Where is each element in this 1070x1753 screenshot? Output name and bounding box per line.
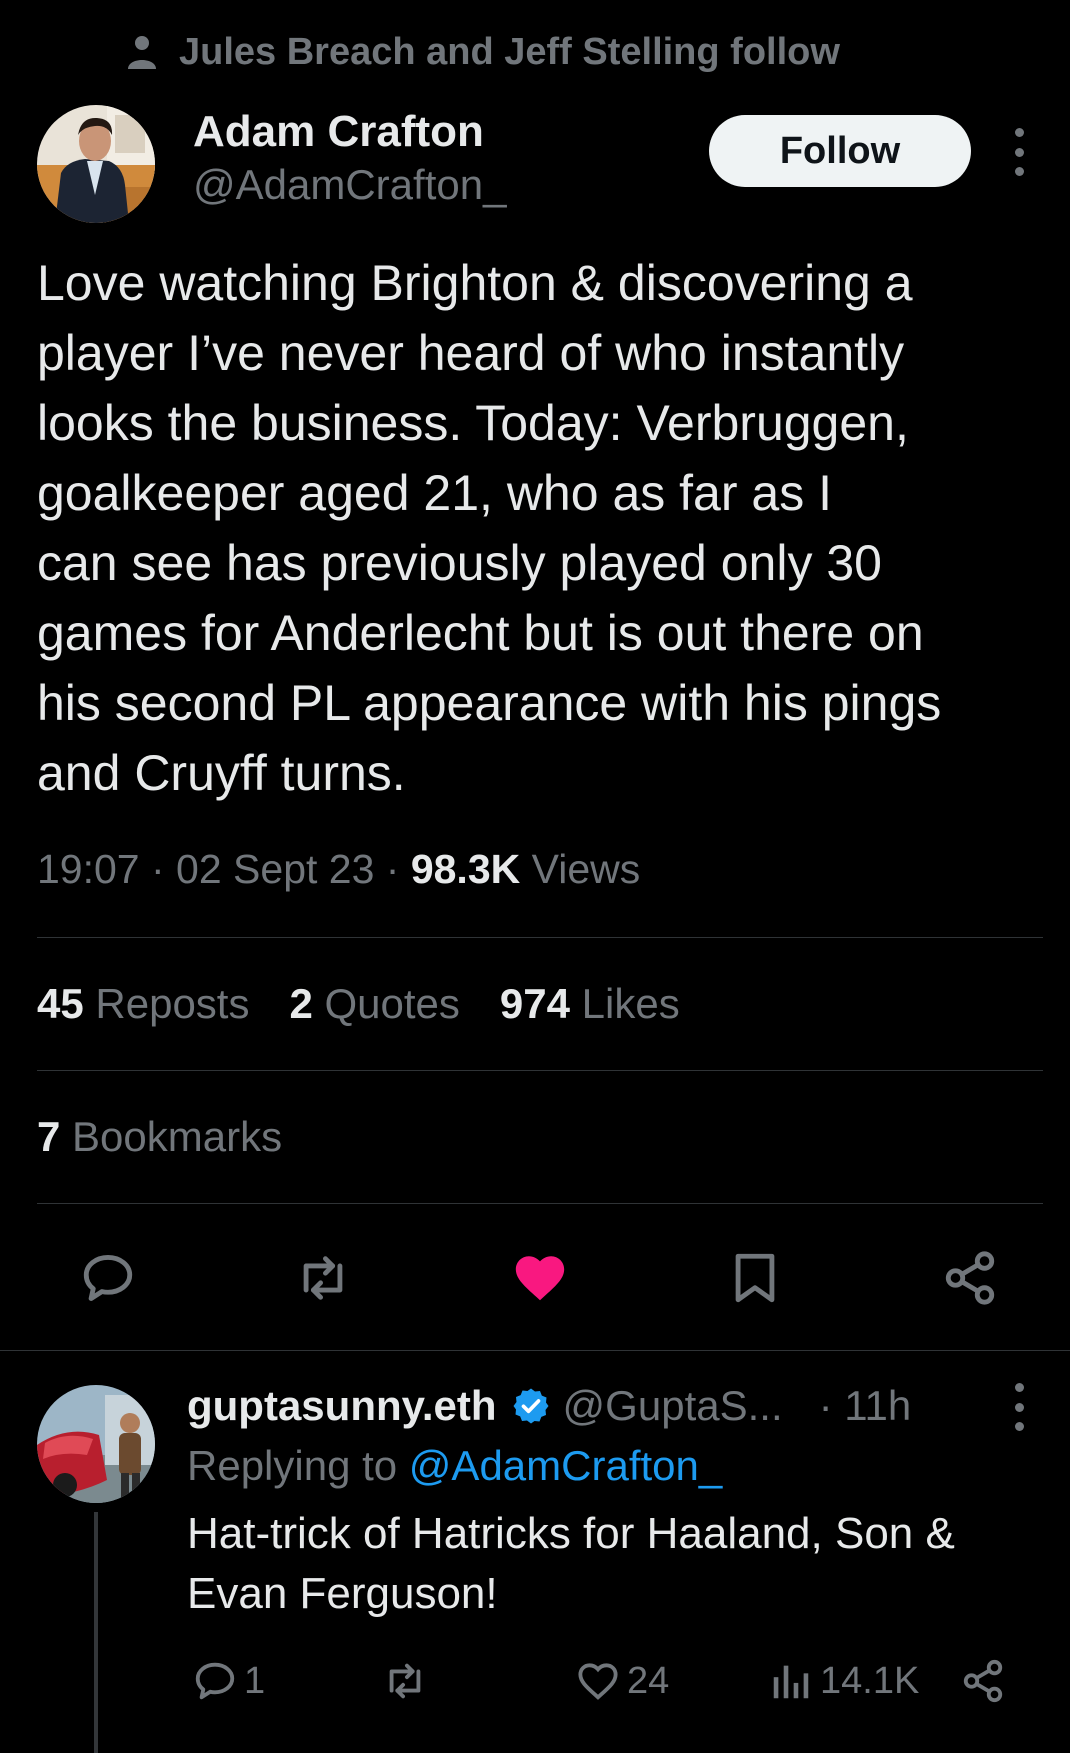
repost-button[interactable] <box>293 1250 353 1306</box>
repost-icon <box>389 1663 421 1699</box>
bookmark-button[interactable] <box>725 1250 785 1306</box>
reply-time[interactable]: · 11h <box>819 1382 912 1430</box>
reposts-stat[interactable]: 45 Reposts <box>37 980 249 1028</box>
person-icon <box>128 36 156 69</box>
like-icon <box>515 1256 565 1301</box>
tweet-line: games for Anderlecht but is out there on <box>37 605 924 661</box>
reply-icon <box>83 1255 133 1301</box>
reply-avatar[interactable] <box>37 1385 155 1503</box>
quotes-label: Quotes <box>324 980 460 1027</box>
tweet-line: and Cruyff turns. <box>37 745 406 801</box>
share-button[interactable] <box>940 1250 1000 1306</box>
reply-text: Hat-trick of Hatricks for Haaland, Son &… <box>187 1504 955 1624</box>
reposts-label: Reposts <box>95 980 250 1027</box>
reply-header: guptasunny.eth @GuptaS... · 11h <box>187 1378 911 1434</box>
reply-share-button[interactable] <box>960 1655 1006 1707</box>
avatar-image <box>37 105 155 223</box>
repost-icon <box>303 1256 343 1300</box>
reply-views-count: 14.1K <box>820 1659 920 1702</box>
tweet-date[interactable]: 02 Sept 23 <box>176 846 374 892</box>
reply-author-name[interactable]: guptasunny.eth <box>187 1382 497 1430</box>
reply-line: Hat-trick of Hatricks for Haaland, Son & <box>187 1509 955 1558</box>
replying-mention[interactable]: @AdamCrafton_ <box>409 1442 722 1489</box>
reply-author-handle[interactable]: @GuptaS... <box>563 1382 783 1430</box>
divider <box>37 937 1043 938</box>
bookmarks-label: Bookmarks <box>72 1113 283 1160</box>
social-context[interactable]: Jules Breach and Jeff Stelling follow <box>127 28 840 76</box>
views-count: 98.3K <box>410 846 521 892</box>
thread-line <box>94 1512 98 1753</box>
tweet-line: goalkeeper aged 21, who as far as I <box>37 465 832 521</box>
tweet-line: his second PL appearance with his pings <box>37 675 942 731</box>
tweet-time[interactable]: 19:07 <box>37 846 140 892</box>
bookmarks-count: 7 <box>37 1113 61 1160</box>
likes-count: 974 <box>499 980 570 1027</box>
replying-prefix: Replying to <box>187 1442 398 1489</box>
views-chart-icon <box>773 1665 809 1699</box>
author-name[interactable]: Adam Crafton <box>193 107 484 157</box>
bookmark-icon <box>735 1253 775 1303</box>
reply-button[interactable] <box>78 1250 138 1306</box>
social-context-text: Jules Breach and Jeff Stelling follow <box>179 30 840 73</box>
reply-likes-count: 24 <box>627 1659 670 1702</box>
reply-like-button[interactable]: 24 <box>575 1655 669 1707</box>
tweet-text: Love watching Brighton & discovering a p… <box>37 248 1047 808</box>
reply-line: Evan Ferguson! <box>187 1569 498 1618</box>
reposts-count: 45 <box>37 980 84 1027</box>
reply-icon <box>195 1662 235 1700</box>
divider <box>37 1070 1043 1071</box>
share-icon <box>945 1251 995 1305</box>
reply-replies-count: 1 <box>244 1659 266 1702</box>
author-handle[interactable]: @AdamCrafton_ <box>193 161 506 209</box>
reply-more-options-icon[interactable] <box>1007 1383 1031 1431</box>
reply-reply-button[interactable]: 1 <box>192 1655 265 1707</box>
quotes-count: 2 <box>289 980 313 1027</box>
bookmarks-stat[interactable]: 7 Bookmarks <box>37 1113 282 1161</box>
engagement-stats: 45 Reposts 2 Quotes 974 Likes <box>37 980 680 1028</box>
like-outline-icon <box>578 1663 618 1700</box>
tweet-line: player I’ve never heard of who instantly <box>37 325 905 381</box>
verified-badge-icon[interactable] <box>511 1386 551 1426</box>
reply-views-button[interactable]: 14.1K <box>768 1655 919 1707</box>
divider <box>0 1350 1070 1351</box>
follow-button[interactable]: Follow <box>709 115 971 187</box>
author-avatar[interactable] <box>37 105 155 223</box>
tweet-line: can see has previously played only 30 <box>37 535 882 591</box>
share-icon <box>963 1659 1003 1703</box>
divider <box>37 1203 1043 1204</box>
views-label: Views <box>531 846 641 892</box>
likes-label: Likes <box>581 980 680 1027</box>
tweet-meta: 19:07 · 02 Sept 23 · 98.3K Views <box>37 846 641 892</box>
tweet-line: Love watching Brighton & discovering a <box>37 255 913 311</box>
avatar-image <box>37 1385 155 1503</box>
quotes-stat[interactable]: 2 Quotes <box>289 980 459 1028</box>
reply-repost-button[interactable] <box>382 1655 428 1707</box>
more-options-icon[interactable] <box>1007 128 1031 176</box>
replying-to: Replying to @AdamCrafton_ <box>187 1442 722 1490</box>
like-button[interactable] <box>510 1250 570 1306</box>
likes-stat[interactable]: 974 Likes <box>500 980 680 1028</box>
tweet-line: looks the business. Today: Verbruggen, <box>37 395 909 451</box>
